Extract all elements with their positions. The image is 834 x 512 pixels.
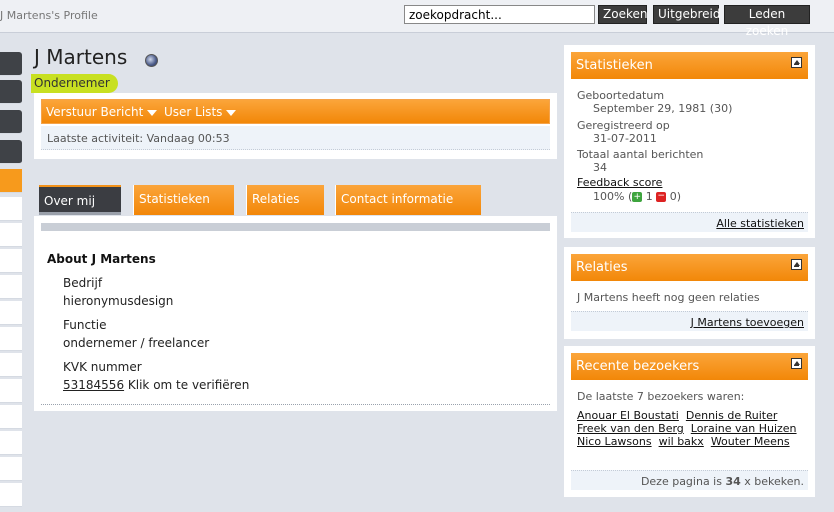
user-lists-label: User Lists (164, 105, 223, 119)
content-bottom-divider (41, 404, 550, 405)
sidebar-item[interactable] (0, 379, 22, 403)
visitor-link[interactable]: Anouar El Boustati (577, 409, 679, 422)
content-divider (41, 223, 550, 231)
relations-footer: J Martens toevoegen (571, 311, 808, 331)
tab-about-me[interactable]: Over mij (39, 185, 121, 215)
sidebar-item-active[interactable] (0, 169, 22, 193)
posts-label: Totaal aantal berichten (577, 148, 704, 161)
profile-action-panel: Verstuur Bericht User Lists Laatste acti… (34, 93, 557, 159)
page-views-footer: Deze pagina is 34 x bekeken. (571, 470, 808, 490)
about-title: About J Martens (47, 252, 156, 266)
sidebar-item[interactable] (0, 431, 22, 455)
kvk-verify-text: Klik om te verifiëren (124, 378, 250, 392)
relations-title: Relaties (576, 260, 628, 275)
sidebar-item[interactable] (0, 405, 22, 429)
tab-relations[interactable]: Relaties (246, 185, 324, 215)
chevron-down-icon (226, 109, 237, 116)
top-bar: J Martens's Profile Zoeken Uitgebreid Le… (0, 0, 834, 38)
tab-statistics[interactable]: Statistieken (133, 185, 234, 215)
statistics-footer: Alle statistieken (571, 212, 808, 232)
advanced-search-button[interactable]: Uitgebreid (653, 5, 720, 24)
relations-header: Relaties (571, 254, 808, 281)
sidebar-item[interactable] (0, 483, 22, 507)
collapse-icon[interactable] (791, 259, 802, 270)
sidebar-item[interactable] (0, 353, 22, 377)
birthdate-label: Geboortedatum (577, 89, 665, 102)
sidebar-item[interactable] (0, 457, 22, 481)
sidebar-item[interactable] (0, 52, 22, 76)
page-views-prefix: Deze pagina is (640, 475, 726, 488)
field-value-company: hieronymusdesign (63, 294, 174, 308)
field-label-kvk: KVK nummer (63, 360, 142, 374)
action-bar: Verstuur Bericht User Lists (41, 99, 550, 124)
sidebar-item[interactable] (0, 249, 22, 273)
send-message-label: Verstuur Bericht (46, 105, 144, 119)
birthdate-value: September 29, 1981 (30) (593, 102, 733, 115)
page-views-suffix: x bekeken. (740, 475, 804, 488)
statistics-box: Statistieken Geboortedatum September 29,… (564, 45, 815, 238)
sidebar-item[interactable] (0, 110, 22, 134)
sidebar-item[interactable] (0, 275, 22, 299)
left-sidebar (0, 34, 22, 512)
visitor-link[interactable]: Loraine van Huizen (691, 422, 797, 435)
recent-visitors-title: Recente bezoekers (576, 359, 700, 374)
send-message-menu[interactable]: Verstuur Bericht (46, 105, 158, 119)
tab-contact-info[interactable]: Contact informatie (335, 185, 481, 215)
user-title-badge: Ondernemer (31, 74, 118, 93)
feedback-score-link[interactable]: Feedback score (577, 176, 662, 189)
feedback-negative-count: 0) (669, 190, 682, 203)
field-label-function: Functie (63, 318, 107, 332)
kvk-number-link[interactable]: 53184556 (63, 378, 124, 392)
last-activity: Laatste activiteit: Vandaag 00:53 (41, 126, 550, 150)
page-views-count: 34 (725, 475, 741, 488)
sidebar-item[interactable] (0, 197, 22, 221)
visitor-link[interactable]: Dennis de Ruiter (686, 409, 778, 422)
chevron-down-icon (147, 109, 158, 116)
relations-empty-text: J Martens heeft nog geen relaties (577, 291, 760, 304)
collapse-icon[interactable] (791, 358, 802, 369)
visitor-list: Anouar El Boustati Dennis de Ruiter Free… (577, 409, 810, 448)
positive-icon: + (632, 192, 643, 202)
feedback-score-value: 100% (+ 1 − 0) (593, 190, 681, 203)
sidebar-item[interactable] (0, 80, 22, 104)
field-value-function: ondernemer / freelancer (63, 336, 210, 350)
profile-name: J Martens (34, 45, 128, 69)
about-panel: About J Martens Bedrijf hieronymusdesign… (34, 216, 557, 411)
statistics-title: Statistieken (576, 58, 653, 73)
breadcrumb[interactable]: J Martens's Profile (0, 9, 98, 22)
offline-status-icon (145, 54, 158, 67)
search-input[interactable] (404, 5, 595, 24)
statistics-header: Statistieken (571, 52, 808, 79)
field-label-company: Bedrijf (63, 276, 103, 290)
recent-visitors-box: Recente bezoekers De laatste 7 bezoekers… (564, 346, 815, 497)
visitor-link[interactable]: Freek van den Berg (577, 422, 684, 435)
visitor-link[interactable]: Nico Lawsons (577, 435, 652, 448)
member-search-button[interactable]: Leden zoeken (724, 5, 810, 38)
visitors-intro: De laatste 7 bezoekers waren: (577, 390, 745, 403)
all-statistics-link[interactable]: Alle statistieken (716, 217, 804, 230)
field-value-kvk: 53184556 Klik om te verifiëren (63, 378, 249, 392)
posts-value: 34 (593, 161, 607, 174)
sidebar-item[interactable] (0, 223, 22, 247)
registered-value: 31-07-2011 (593, 132, 657, 145)
sidebar-item[interactable] (0, 140, 22, 164)
sidebar-item[interactable] (0, 327, 22, 351)
visitor-link[interactable]: wil bakx (659, 435, 704, 448)
user-lists-menu[interactable]: User Lists (164, 105, 237, 119)
registered-label: Geregistreerd op (577, 119, 670, 132)
negative-icon: − (656, 191, 667, 202)
relations-box: Relaties J Martens heeft nog geen relati… (564, 247, 815, 339)
sidebar-item[interactable] (0, 301, 22, 325)
recent-visitors-header: Recente bezoekers (571, 353, 808, 380)
feedback-positive-count: 1 (645, 190, 653, 203)
visitor-link[interactable]: Wouter Meens (711, 435, 790, 448)
collapse-icon[interactable] (791, 57, 802, 68)
feedback-percent: 100% ( (593, 190, 633, 203)
add-relation-link[interactable]: J Martens toevoegen (691, 316, 804, 329)
search-button[interactable]: Zoeken (598, 5, 647, 24)
